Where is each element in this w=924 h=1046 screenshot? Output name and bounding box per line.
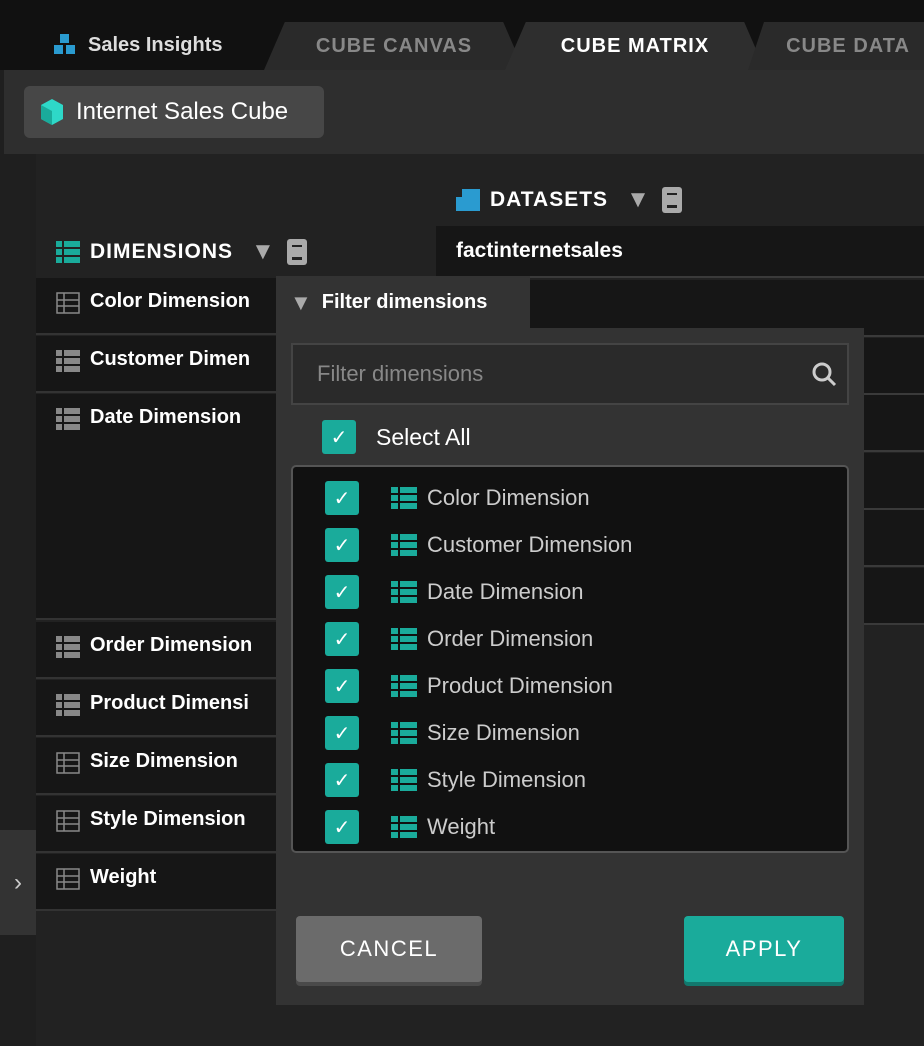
search-placeholder: Filter dimensions	[317, 361, 484, 386]
table-icon	[56, 868, 80, 890]
dimension-checkbox-item[interactable]: ✓ Size Dimension	[325, 716, 580, 750]
list-icon	[56, 408, 80, 430]
dataset-table-name[interactable]: factinternetsales	[436, 226, 924, 278]
checkbox-checked-icon[interactable]: ✓	[325, 622, 359, 656]
select-all-label: Select All	[376, 423, 471, 450]
dimension-checkbox-item[interactable]: ✓ Style Dimension	[325, 763, 586, 797]
notes-icon[interactable]	[286, 238, 308, 266]
dimension-checkbox-item[interactable]: ✓ Customer Dimension	[325, 528, 632, 562]
datasets-title: DATASETS	[490, 188, 609, 211]
dimensions-title: DIMENSIONS	[90, 240, 234, 263]
checkbox-checked-icon[interactable]: ✓	[325, 575, 359, 609]
apply-button[interactable]: APPLY	[684, 916, 844, 982]
list-icon	[56, 241, 80, 263]
dimension-label: Customer Dimen	[90, 348, 251, 370]
dimension-checkbox-label: Size Dimension	[427, 720, 580, 745]
cube-name: Internet Sales Cube	[76, 98, 289, 125]
list-icon	[391, 487, 417, 509]
select-all-checkbox[interactable]: ✓ Select All	[322, 420, 471, 454]
filter-icon[interactable]: ▼	[626, 186, 651, 214]
dimension-label: Product Dimensi	[90, 692, 249, 714]
list-icon	[391, 722, 417, 744]
list-icon	[56, 350, 80, 372]
dimension-label: Size Dimension	[90, 750, 238, 772]
cancel-button[interactable]: CANCEL	[296, 916, 482, 982]
checkbox-checked-icon[interactable]: ✓	[325, 669, 359, 703]
list-icon	[391, 628, 417, 650]
list-icon	[391, 769, 417, 791]
checkbox-checked-icon[interactable]: ✓	[325, 716, 359, 750]
app-brand[interactable]: Sales Insights	[52, 33, 223, 57]
dimension-checkbox-item[interactable]: ✓ Weight	[325, 810, 495, 844]
list-icon	[56, 636, 80, 658]
tab-cube-canvas[interactable]: CUBE CANVAS	[264, 22, 524, 70]
filter-icon[interactable]: ▼	[251, 238, 276, 266]
checkbox-checked-icon[interactable]: ✓	[325, 763, 359, 797]
dimension-checkbox-item[interactable]: ✓ Date Dimension	[325, 575, 584, 609]
dimension-label: Color Dimension	[90, 290, 251, 312]
dimension-checkbox-label: Color Dimension	[427, 485, 590, 510]
dimension-checkbox-label: Date Dimension	[427, 579, 584, 604]
table-icon	[56, 752, 80, 774]
filter-popup-title: Filter dimensions	[321, 291, 488, 313]
list-icon	[391, 534, 417, 556]
table-icon	[56, 810, 80, 832]
checkbox-checked-icon[interactable]: ✓	[325, 528, 359, 562]
filter-popup-header: ▼ Filter dimensions	[276, 276, 530, 329]
checkbox-checked-icon[interactable]: ✓	[325, 810, 359, 844]
dimension-checkbox-label: Customer Dimension	[427, 532, 633, 557]
dimensions-header: DIMENSIONS ▼	[56, 238, 308, 266]
list-icon	[56, 694, 80, 716]
tab-cube-matrix[interactable]: CUBE MATRIX	[505, 22, 765, 70]
dimension-checkbox-item[interactable]: ✓ Order Dimension	[325, 622, 593, 656]
table-icon	[56, 292, 80, 314]
notes-icon[interactable]	[661, 186, 683, 214]
dimension-label: Weight	[90, 866, 157, 888]
dimension-checkbox-label: Weight	[427, 814, 496, 839]
dimension-checkbox-label: Order Dimension	[427, 626, 594, 651]
expand-sidebar-chevron-icon[interactable]: ›	[0, 830, 36, 935]
list-icon	[391, 675, 417, 697]
datasets-header: DATASETS ▼	[456, 186, 683, 214]
app-title: Sales Insights	[88, 33, 223, 56]
dimension-label: Date Dimension	[90, 406, 242, 428]
grid-icon	[456, 189, 480, 211]
dimension-label: Order Dimension	[90, 634, 253, 656]
cube-selector-button[interactable]: Internet Sales Cube	[24, 86, 324, 138]
checkbox-checked-icon: ✓	[322, 420, 356, 454]
tab-cube-data[interactable]: CUBE DATA	[748, 22, 924, 70]
dimension-checklist: ✓ Color Dimension ✓ Customer Dimension ✓ Date…	[291, 465, 849, 853]
list-icon	[391, 816, 417, 838]
checkbox-checked-icon[interactable]: ✓	[325, 481, 359, 515]
list-icon	[391, 581, 417, 603]
cube-icon	[41, 99, 63, 125]
search-icon[interactable]	[811, 361, 837, 387]
dimension-checkbox-label: Style Dimension	[427, 767, 586, 792]
dimension-checkbox-item[interactable]: ✓ Product Dimension	[325, 669, 613, 703]
dimension-label: Style Dimension	[90, 808, 246, 830]
filter-search-input[interactable]: Filter dimensions	[291, 343, 849, 405]
dimension-checkbox-item[interactable]: ✓ Color Dimension	[325, 481, 590, 515]
filter-icon: ▼	[290, 289, 312, 315]
cubes-logo-icon	[54, 34, 75, 54]
dimension-checkbox-label: Product Dimension	[427, 673, 613, 698]
